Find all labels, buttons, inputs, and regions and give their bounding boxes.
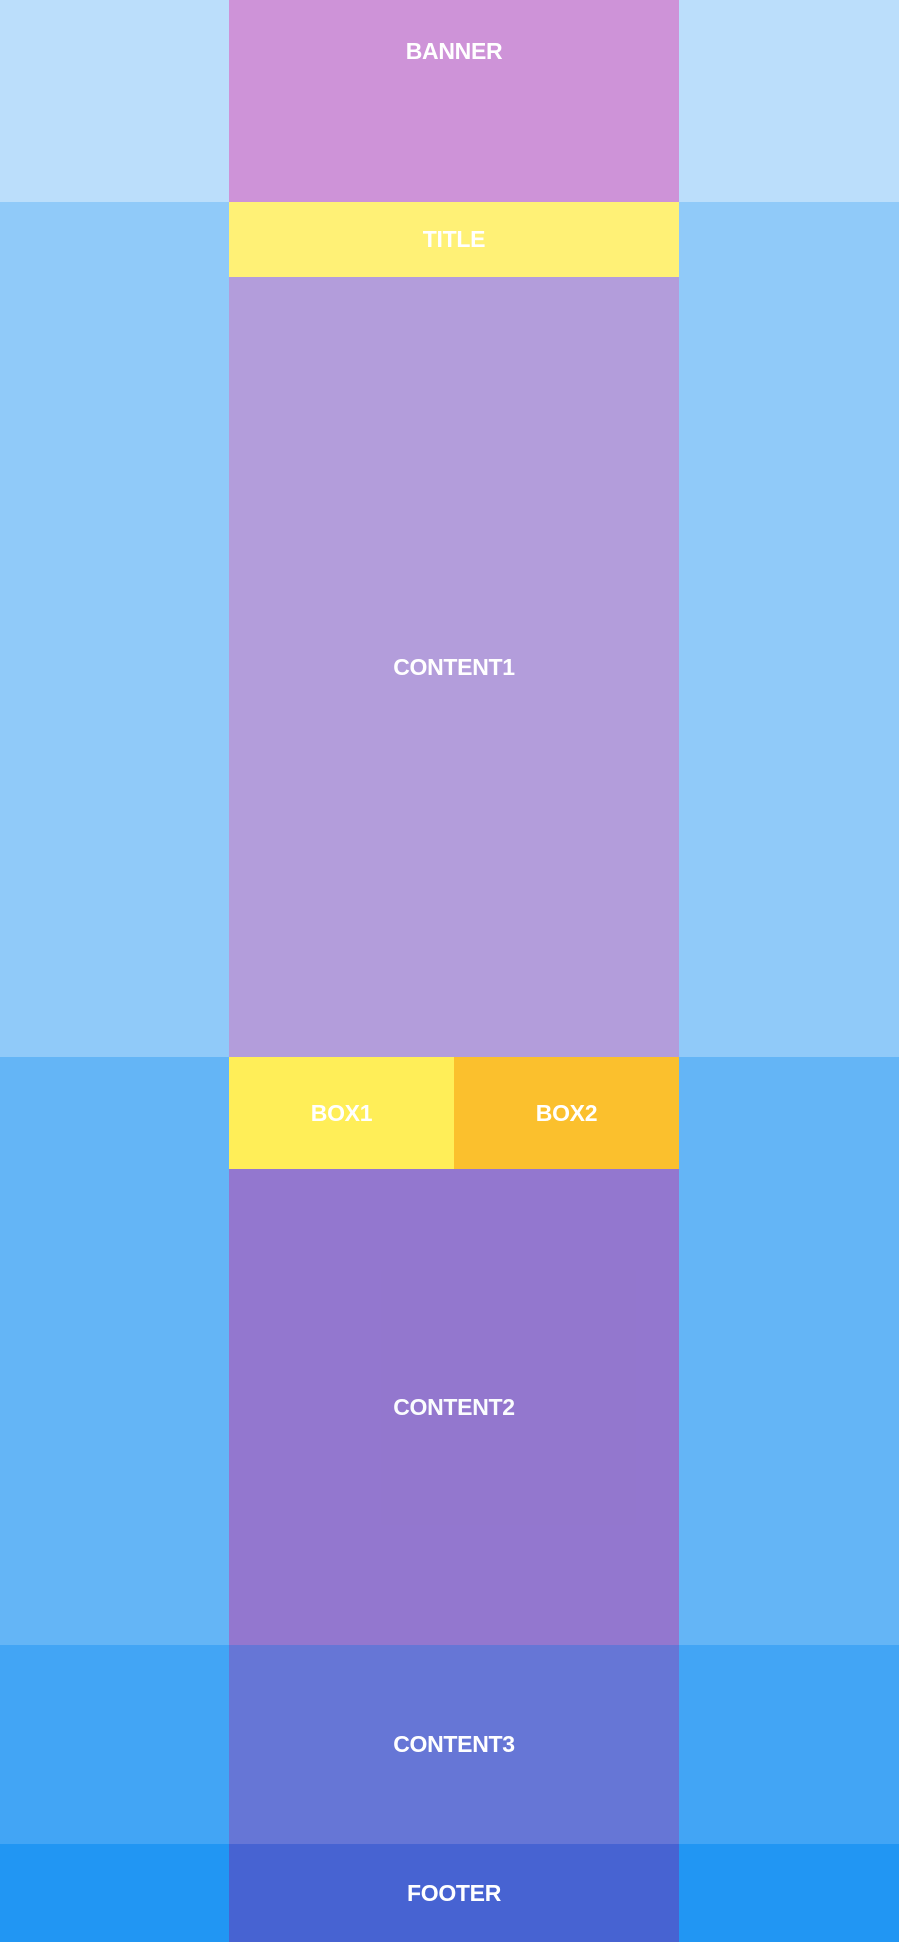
box1-block: BOX1 (229, 1057, 454, 1169)
box1-label: BOX1 (310, 1099, 373, 1126)
box2-label: BOX2 (535, 1099, 598, 1126)
banner-block: BANNER (229, 0, 679, 202)
content2-label: CONTENT2 (393, 1393, 515, 1420)
content2-block: CONTENT2 (229, 1169, 679, 1645)
footer-label-wrap: FOOTER (229, 1844, 679, 1942)
footer-label: FOOTER (406, 1879, 502, 1906)
content3-label-wrap: CONTENT3 (229, 1645, 679, 1844)
content1-label: CONTENT1 (393, 653, 515, 680)
box2-block: BOX2 (454, 1057, 679, 1169)
title-block: TITLE (229, 202, 679, 277)
banner-label: BANNER (405, 38, 503, 64)
title-label: TITLE (422, 226, 486, 252)
content1-block: CONTENT1 (229, 277, 679, 1057)
content3-label: CONTENT3 (393, 1731, 515, 1757)
